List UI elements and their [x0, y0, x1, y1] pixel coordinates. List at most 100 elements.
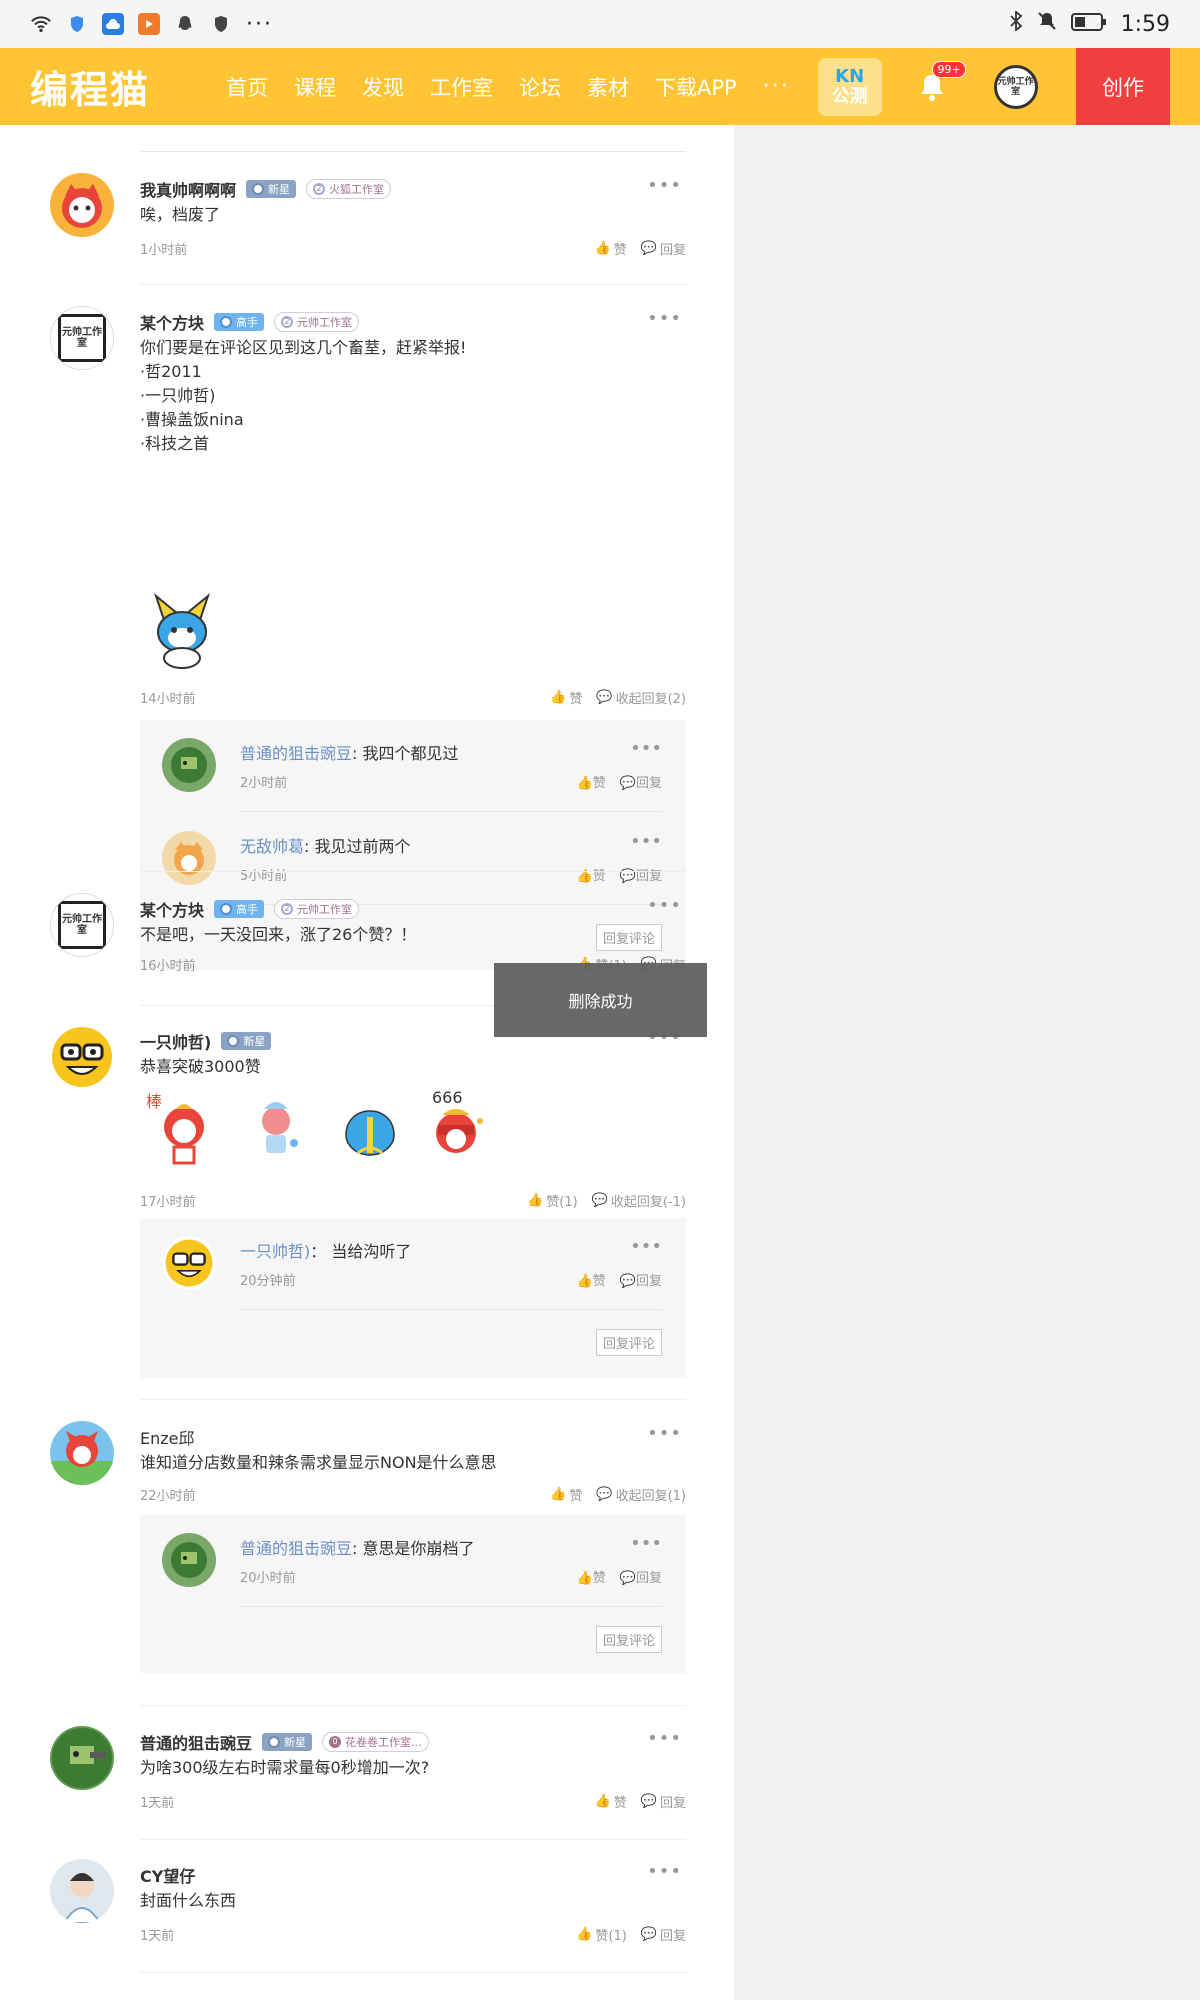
more-options-icon[interactable]: •••	[647, 895, 682, 916]
divider	[140, 1839, 686, 1840]
comment-time: 17小时前	[140, 1195, 196, 1210]
comment-text: 唉，档废了	[140, 205, 221, 224]
reply-button[interactable]: 💬回复	[641, 1792, 686, 1811]
reply-button[interactable]: 💬回复	[620, 1567, 662, 1586]
reply-content: 普通的狙击豌豆: 意思是你崩档了	[240, 1539, 475, 1558]
like-button[interactable]: 👍赞	[550, 1485, 582, 1504]
like-button[interactable]: 👍赞	[577, 1567, 606, 1586]
more-options-icon[interactable]: •••	[647, 308, 682, 329]
comment-author: 我真帅啊啊啊 新星 2 火狐工作室	[140, 177, 392, 201]
reply-user-link[interactable]: 普通的狙击豌豆	[240, 744, 352, 763]
comment-icon: 💬	[596, 690, 613, 705]
more-options-icon[interactable]: •••	[647, 1728, 682, 1749]
thumb-up-icon: 👍	[550, 690, 567, 705]
video-app-icon	[138, 13, 160, 35]
more-options-icon[interactable]: •••	[647, 1861, 682, 1882]
like-button[interactable]: 👍赞	[577, 772, 606, 791]
level-badge: 高手	[214, 313, 265, 331]
author-name[interactable]: 某个方块	[140, 897, 204, 921]
user-avatar[interactable]	[50, 1421, 114, 1485]
user-avatar[interactable]: 元帅工作室	[993, 64, 1038, 109]
reply-avatar[interactable]	[162, 1533, 216, 1587]
collapse-replies-button[interactable]: 💬 收起回复(-1)	[592, 1191, 686, 1210]
reply-comment-button[interactable]: 回复评论	[595, 924, 662, 951]
user-avatar[interactable]	[50, 1726, 114, 1790]
comment-time: 16小时前	[140, 959, 196, 974]
nav-item-courses[interactable]: 课程	[294, 72, 336, 102]
like-button[interactable]: 👍赞	[550, 688, 582, 707]
reply-avatar[interactable]	[162, 738, 216, 792]
more-options-icon[interactable]: •••	[630, 1236, 662, 1257]
like-button[interactable]: 👍赞(1)	[527, 1191, 578, 1210]
reply-user-link[interactable]: 无敌帅葛	[240, 837, 304, 856]
user-avatar[interactable]	[50, 1859, 114, 1923]
create-button[interactable]: 创作	[1076, 48, 1170, 125]
reply-content: 无敌帅葛: 我见过前两个	[240, 837, 411, 856]
reply-content: 普通的狙击豌豆: 我四个都见过	[240, 744, 459, 763]
reply-button[interactable]: 💬回复	[620, 865, 662, 884]
user-avatar[interactable]	[50, 173, 114, 237]
more-options-icon[interactable]: •••	[630, 738, 662, 759]
reply-user-link[interactable]: 普通的狙击豌豆	[240, 1539, 352, 1558]
notification-bell-button[interactable]: 99+	[912, 60, 966, 107]
author-name[interactable]: Enze邱	[140, 1425, 195, 1449]
more-options-icon[interactable]: •••	[647, 175, 682, 196]
divider	[240, 811, 662, 812]
nav-more-button[interactable]: ···	[763, 74, 790, 99]
comment-author: 某个方块 高手 2 元帅工作室	[140, 310, 360, 334]
reply-comment-button[interactable]: 回复评论	[595, 1329, 662, 1356]
reply-avatar[interactable]	[162, 1236, 216, 1290]
comment-time: 22小时前	[140, 1489, 196, 1504]
reply-button[interactable]: 💬回复	[641, 239, 686, 258]
nav-item-materials[interactable]: 素材	[587, 72, 629, 102]
nav-item-discover[interactable]: 发现	[362, 72, 404, 102]
reply-time: 5小时前	[240, 869, 288, 884]
like-button[interactable]: 👍赞	[577, 865, 606, 884]
comment-text: 你们要是在评论区见到这几个畜荎，赶紧举报! ·哲2011 ·一只帅哲) ·曹操盖…	[140, 338, 467, 453]
studio-badge[interactable]: 2 元帅工作室	[274, 899, 360, 919]
studio-badge[interactable]: 2 元帅工作室	[274, 312, 360, 332]
author-name[interactable]: 某个方块	[140, 310, 204, 334]
collapse-replies-button[interactable]: 💬 收起回复(2)	[596, 688, 686, 707]
like-button[interactable]: 👍赞(1)	[576, 1925, 627, 1944]
qq-icon	[174, 13, 196, 35]
nav-item-home[interactable]: 首页	[226, 72, 268, 102]
reply-button[interactable]: 💬回复	[641, 1925, 686, 1944]
reply-button[interactable]: 💬回复	[620, 1270, 662, 1289]
toast-message: 删除成功	[494, 963, 707, 1037]
reply-user-link[interactable]: 一只帅哲)	[240, 1242, 310, 1261]
more-options-icon[interactable]: •••	[630, 831, 662, 852]
author-name[interactable]: 我真帅啊啊啊	[140, 177, 236, 201]
like-button[interactable]: 👍赞	[577, 1270, 606, 1289]
more-options-icon[interactable]: •••	[630, 1533, 662, 1554]
divider	[140, 151, 686, 152]
like-button[interactable]: 👍赞	[595, 239, 627, 258]
user-avatar[interactable]	[50, 1025, 114, 1089]
nav-item-download-app[interactable]: 下载APP	[655, 72, 737, 102]
site-logo[interactable]: 编程猫	[30, 59, 200, 114]
collapse-replies-button[interactable]: 💬 收起回复(1)	[596, 1485, 686, 1504]
user-avatar[interactable]: 元帅工作室	[50, 893, 114, 957]
more-options-icon[interactable]: •••	[647, 1423, 682, 1444]
comment-author: CY望仔	[140, 1863, 195, 1887]
reply-avatar[interactable]	[162, 831, 216, 885]
reply-button[interactable]: 💬回复	[620, 772, 662, 791]
studio-badge[interactable]: 0 花卷卷工作室...	[322, 1732, 429, 1752]
comment-actions: 👍 赞 💬 回复	[595, 1792, 686, 1811]
thumb-up-icon: 👍	[594, 1794, 611, 1809]
nav-item-forum[interactable]: 论坛	[519, 72, 561, 102]
sticker-image: 棒	[140, 1087, 224, 1171]
author-name[interactable]: 一只帅哲)	[140, 1029, 211, 1053]
like-button[interactable]: 👍赞	[595, 1792, 627, 1811]
svg-text:666: 666	[432, 1088, 463, 1107]
nav-item-studio[interactable]: 工作室	[430, 72, 493, 102]
comment-actions: 👍赞(1) 💬回复	[576, 1925, 686, 1944]
reply-comment-button[interactable]: 回复评论	[595, 1626, 662, 1653]
studio-badge[interactable]: 2 火狐工作室	[306, 179, 392, 199]
author-name[interactable]: 普通的狙击豌豆	[140, 1730, 252, 1754]
user-avatar[interactable]: 元帅工作室	[50, 306, 114, 370]
comment-icon: 💬	[640, 1794, 657, 1809]
author-name[interactable]: CY望仔	[140, 1863, 195, 1887]
kn-beta-button[interactable]: KN 公测	[817, 57, 882, 116]
comment-text: 恭喜突破3000赞	[140, 1057, 261, 1076]
